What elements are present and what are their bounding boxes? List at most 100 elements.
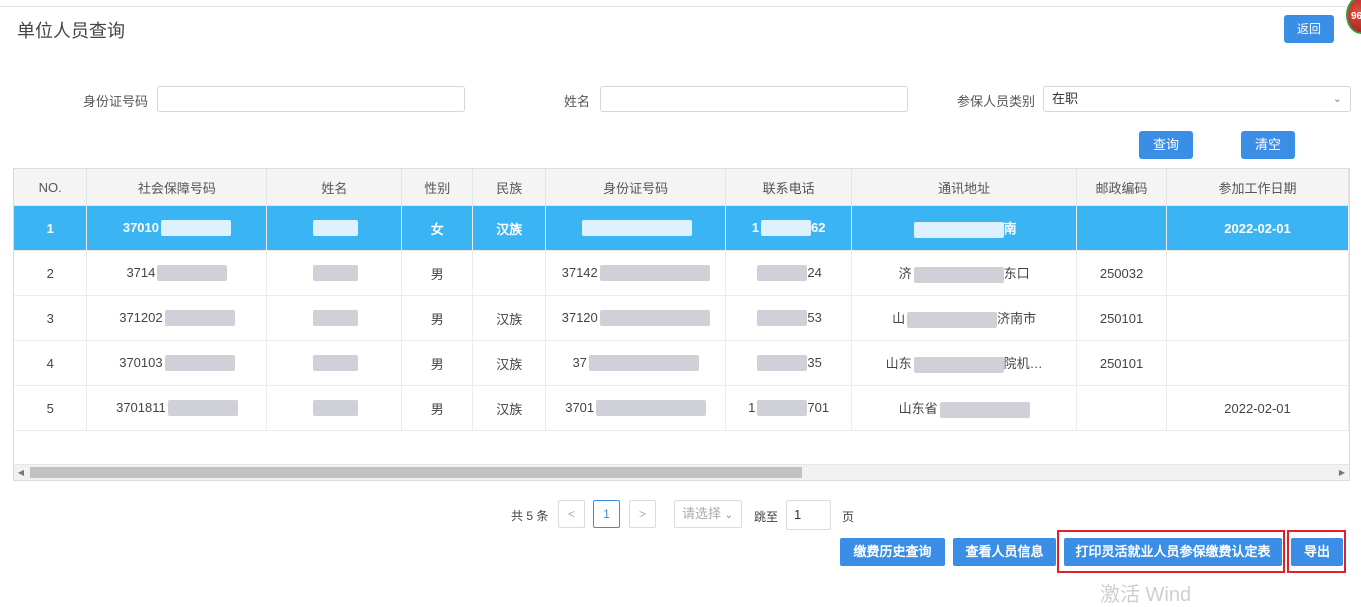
id-number-input[interactable]	[157, 86, 465, 112]
cell-ethnic-text: 汉族	[496, 356, 523, 372]
redacted-mask	[312, 310, 358, 327]
redacted-mask	[913, 356, 1004, 373]
page-number-current[interactable]: 1	[593, 500, 620, 528]
redacted-mask	[312, 220, 358, 237]
cell-ssn: 3701811	[86, 385, 268, 431]
payment-history-button[interactable]: 缴费历史查询	[840, 538, 945, 566]
redacted-mask	[757, 355, 808, 372]
page-title: 单位人员查询	[17, 21, 125, 41]
clear-button[interactable]: 清空	[1241, 131, 1295, 159]
cell-ssn-text: 37010	[122, 219, 159, 235]
cell-name	[266, 340, 403, 386]
cell-id-number: 37	[545, 340, 727, 386]
cell-ethnic: 汉族	[472, 295, 547, 341]
col-header-id-number[interactable]: 身份证号码	[545, 169, 727, 206]
cell-gender: 男	[401, 385, 474, 431]
insured-type-select[interactable]: 在职 ⌄	[1043, 86, 1351, 112]
highlight-box-print	[1057, 530, 1285, 573]
cell-work-date	[1166, 295, 1349, 341]
highlight-box-export	[1287, 530, 1346, 573]
cell-no-text: 1	[46, 220, 54, 236]
cell-gender-text: 男	[430, 311, 444, 327]
cell-phone-suffix: 62	[811, 219, 826, 235]
cell-gender-text: 男	[430, 266, 444, 282]
table-header-row: NO. 社会保障号码 姓名 性别 民族 身份证号码 联系电话 通讯地址 邮政编码…	[14, 169, 1349, 206]
scroll-left-icon[interactable]: ◀	[14, 465, 28, 480]
view-person-info-button[interactable]: 查看人员信息	[953, 538, 1056, 566]
cell-no-text: 2	[46, 265, 54, 281]
cell-ssn: 3714	[86, 250, 268, 296]
cell-no: 5	[14, 385, 88, 431]
cell-work-date: 2022-02-01	[1166, 385, 1349, 431]
page-size-select[interactable]: 请选择 ⌄	[674, 500, 742, 528]
cell-ssn: 370103	[86, 340, 268, 386]
name-input[interactable]	[600, 86, 908, 112]
jump-page-input[interactable]: 1	[786, 500, 831, 530]
cell-name	[266, 295, 403, 341]
cell-no-text: 4	[46, 355, 54, 371]
col-header-address[interactable]: 通讯地址	[851, 169, 1078, 206]
redacted-mask	[167, 400, 238, 417]
back-button[interactable]: 返回	[1284, 15, 1334, 43]
col-header-ssn[interactable]: 社会保障号码	[86, 169, 268, 206]
col-header-work-date[interactable]: 参加工作日期	[1166, 169, 1349, 206]
cell-work-date	[1166, 340, 1349, 386]
cell-gender: 男	[401, 340, 474, 386]
cell-address-suffix: 院机…	[1003, 356, 1043, 372]
id-number-label: 身份证号码	[83, 94, 149, 109]
cell-phone-suffix: 701	[807, 399, 830, 415]
cell-phone: 1 701	[725, 385, 853, 431]
scrollbar-thumb[interactable]	[30, 467, 802, 478]
cell-ethnic	[472, 250, 547, 296]
table-row[interactable]: 5 3701811 男汉族 3701 1 701 山东省 2022-02-01	[14, 385, 1349, 431]
col-header-phone[interactable]: 联系电话	[725, 169, 853, 206]
notification-badge[interactable]: 96	[1346, 0, 1361, 34]
page-size-placeholder: 请选择	[682, 506, 722, 521]
col-header-ethnic[interactable]: 民族	[472, 169, 547, 206]
cell-no: 3	[14, 295, 88, 341]
cell-work-date	[1166, 250, 1349, 296]
col-header-gender[interactable]: 性别	[401, 169, 474, 206]
cell-phone-prefix: 1	[751, 219, 760, 235]
next-page-button[interactable]: >	[629, 500, 656, 528]
cell-no-text: 3	[46, 310, 54, 326]
cell-ssn: 37010	[86, 205, 268, 251]
cell-address: 济 东口	[851, 250, 1078, 296]
cell-id-number	[545, 205, 727, 251]
table-row[interactable]: 1 37010 女 汉族 1 62 南 2022-02-01	[14, 205, 1349, 251]
col-header-zip[interactable]: 邮政编码	[1076, 169, 1168, 206]
cell-no-text: 5	[46, 400, 54, 416]
cell-address-prefix: 山东	[885, 356, 912, 372]
cell-zip: 250101	[1076, 340, 1168, 386]
table-row[interactable]: 2 3714 男 37142 24 济 东口 250032	[14, 250, 1349, 296]
cell-zip-text: 250101	[1099, 310, 1144, 326]
cell-ethnic-text: 汉族	[496, 311, 523, 327]
cell-address: 南	[851, 205, 1078, 251]
cell-address: 山东省	[851, 385, 1078, 431]
scroll-right-icon[interactable]: ▶	[1335, 465, 1349, 480]
cell-address: 山 济南市	[851, 295, 1078, 341]
cell-address-suffix: 南	[1003, 221, 1017, 237]
cell-ethnic: 汉族	[472, 340, 547, 386]
redacted-mask	[161, 220, 231, 237]
cell-zip	[1076, 385, 1168, 431]
table-row[interactable]: 3 371202 男 汉族 37120 53 山 济南市 250101	[14, 295, 1349, 341]
redacted-mask	[761, 220, 812, 237]
cell-name	[266, 385, 403, 431]
query-button[interactable]: 查询	[1139, 131, 1193, 159]
redacted-mask	[312, 265, 358, 282]
cell-name	[266, 250, 403, 296]
horizontal-scrollbar[interactable]: ◀ ▶	[14, 464, 1349, 480]
cell-address-suffix: 济南市	[997, 311, 1037, 327]
table-row[interactable]: 4 370103 男 汉族 37 35 山东 院机… 250101	[14, 340, 1349, 386]
cell-ssn-text: 371202	[119, 309, 163, 325]
insured-type-value: 在职	[1052, 91, 1079, 106]
cell-id-number: 3701	[545, 385, 727, 431]
col-header-name[interactable]: 姓名	[266, 169, 403, 206]
prev-page-button[interactable]: <	[558, 500, 585, 528]
cell-id-number-text: 37120	[561, 309, 598, 325]
cell-ethnic: 汉族	[472, 385, 547, 431]
personnel-grid: NO. 社会保障号码 姓名 性别 民族 身份证号码 联系电话 通讯地址 邮政编码…	[14, 169, 1349, 431]
cell-zip-text: 250032	[1099, 265, 1144, 281]
col-header-no[interactable]: NO.	[14, 169, 88, 206]
